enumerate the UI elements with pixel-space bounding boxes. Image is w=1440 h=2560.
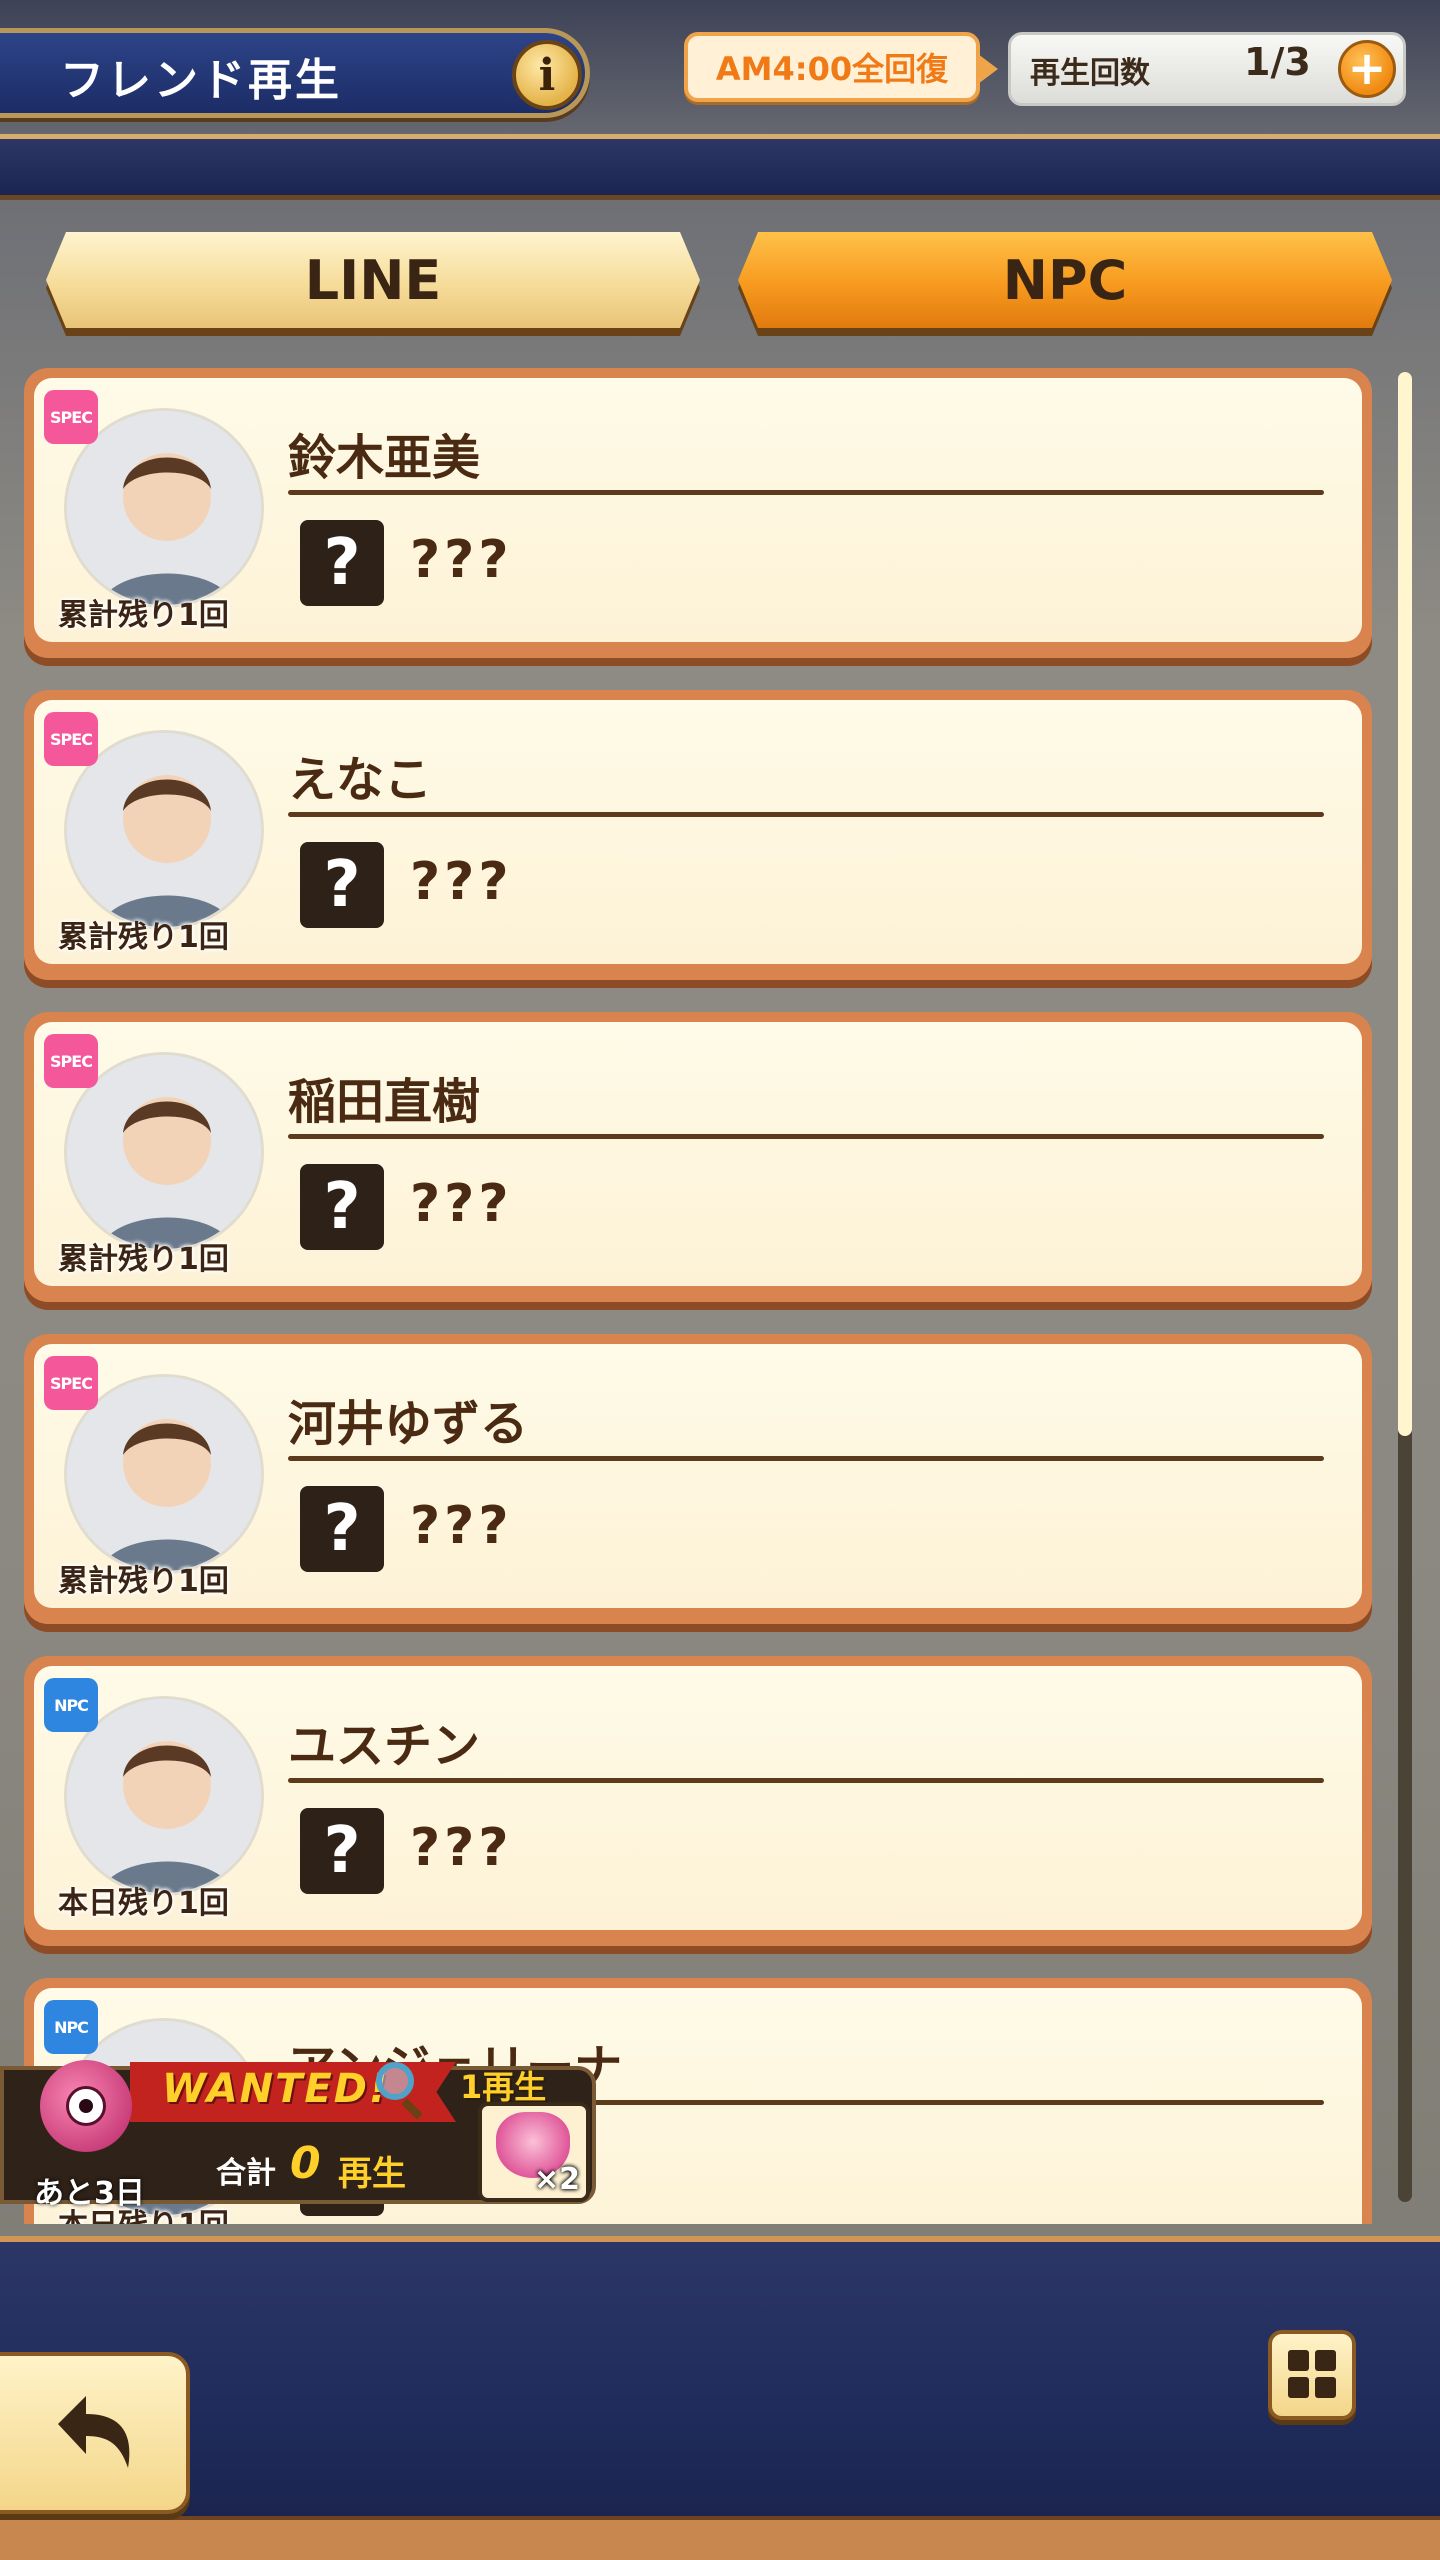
tab-npc[interactable]: NPC <box>738 232 1392 328</box>
grid-menu-icon <box>1288 2350 1336 2398</box>
divider <box>288 490 1324 495</box>
ability-text: ??? <box>410 530 513 590</box>
friend-list[interactable]: SPEC 累計残り1回 鈴木亜美???? SPEC 累計残り1回 えなこ???? SPEC 累… <box>0 368 1440 2224</box>
badge: NPC <box>44 2000 98 2054</box>
question-icon: ? <box>300 520 384 606</box>
question-icon: ? <box>300 842 384 928</box>
plus-icon[interactable]: + <box>1338 40 1396 98</box>
badge: SPEC <box>44 1356 98 1410</box>
divider <box>288 1456 1324 1461</box>
magnify-icon <box>376 2062 414 2100</box>
question-icon: ? <box>300 1486 384 1572</box>
divider <box>288 812 1324 817</box>
badge: NPC <box>44 1678 98 1732</box>
ability-text: ??? <box>410 852 513 912</box>
friend-name: えなこ <box>288 752 433 808</box>
ability-text: ??? <box>410 1496 513 1556</box>
ability-text: ??? <box>410 1174 513 1234</box>
remaining-count: 累計残り1回 <box>58 1242 229 1277</box>
friend-card[interactable]: SPEC 累計残り1回 えなこ???? <box>24 690 1372 980</box>
play-count-label: 再生回数 <box>1030 56 1150 91</box>
remaining-count: 累計残り1回 <box>58 920 229 955</box>
info-icon[interactable]: i <box>512 40 582 110</box>
badge: SPEC <box>44 1034 98 1088</box>
remaining-count: 累計残り1回 <box>58 1564 229 1599</box>
wanted-total-unit: 再生 <box>338 2154 406 2194</box>
play-count-value: 1/3 <box>1244 40 1311 84</box>
question-icon: ? <box>300 1808 384 1894</box>
wanted-title: WANTED! <box>162 2066 390 2112</box>
friend-card[interactable]: SPEC 累計残り1回 河井ゆずる???? <box>24 1334 1372 1624</box>
badge: SPEC <box>44 712 98 766</box>
footer <box>0 2236 1440 2560</box>
remaining-count: 本日残り1回 <box>58 1886 229 1921</box>
wanted-total-label: 合計 <box>216 2156 276 2191</box>
back-arrow-icon <box>58 2396 130 2468</box>
friend-name: 河井ゆずる <box>288 1396 529 1452</box>
wanted-days-left: あと3日 <box>34 2176 145 2211</box>
reward-count: ×2 <box>534 2162 581 2197</box>
friend-card[interactable]: SPEC 累計残り1回 稲田直樹???? <box>24 1012 1372 1302</box>
divider <box>288 1134 1324 1139</box>
badge: SPEC <box>44 390 98 444</box>
wanted-total-value: 0 <box>290 2138 321 2189</box>
header-strip <box>0 134 1440 200</box>
friend-card[interactable]: NPC 本日残り1回 ユスチン???? <box>24 1656 1372 1946</box>
friend-name: 稲田直樹 <box>288 1074 481 1130</box>
footer-edge <box>0 2516 1440 2560</box>
friend-name: ユスチン <box>288 1718 481 1774</box>
monster-icon <box>40 2060 132 2152</box>
scrollbar-thumb[interactable] <box>1398 372 1412 1436</box>
recover-badge: AM4:00全回復 <box>684 32 998 102</box>
divider <box>288 1778 1324 1783</box>
question-icon: ? <box>300 1164 384 1250</box>
tab-line[interactable]: LINE <box>46 232 700 328</box>
ability-text: ??? <box>410 1818 513 1878</box>
page-title: フレンド再生 <box>60 55 342 106</box>
friend-card[interactable]: SPEC 累計残り1回 鈴木亜美???? <box>24 368 1372 658</box>
friend-name: 鈴木亜美 <box>288 430 481 486</box>
remaining-count: 累計残り1回 <box>58 598 229 633</box>
